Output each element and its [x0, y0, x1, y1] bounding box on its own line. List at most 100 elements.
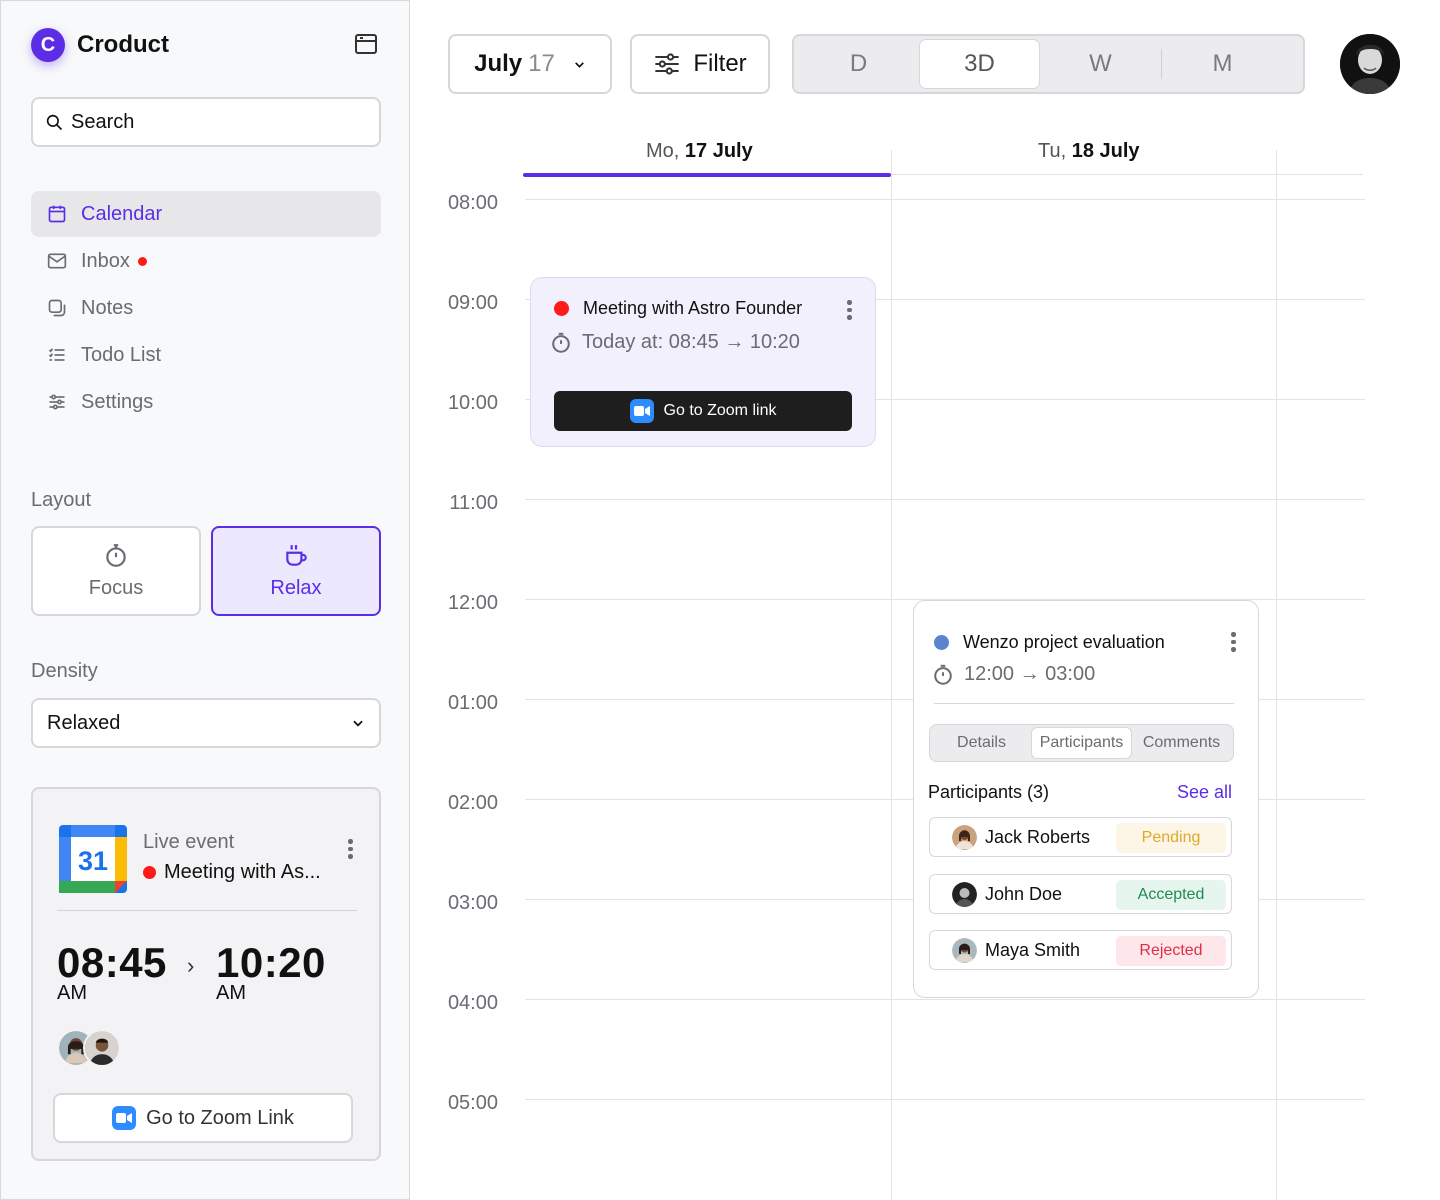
search-input[interactable]: [71, 110, 361, 134]
user-avatar[interactable]: [1340, 34, 1400, 94]
date-label: 17 July: [684, 140, 753, 162]
month-label: July: [474, 50, 523, 77]
tab-participants[interactable]: Participants: [1031, 727, 1132, 759]
status-badge: Rejected: [1116, 936, 1226, 966]
sidebar-item-calendar[interactable]: Calendar: [31, 191, 381, 237]
participant-name: John Doe: [985, 883, 1063, 904]
end-ampm: AM: [216, 982, 246, 1004]
layout-option-focus[interactable]: Focus: [31, 526, 201, 616]
avatar: [952, 881, 977, 907]
sidebar-item-label: Inbox: [81, 249, 130, 272]
sidebar-item-inbox[interactable]: Inbox: [31, 238, 381, 284]
hour-label: 02:00: [447, 792, 498, 814]
view-week-option[interactable]: W: [1040, 39, 1161, 89]
participants-header: Participants (3) See all: [928, 782, 1232, 803]
chevron-right-icon: ›: [187, 953, 195, 978]
zoom-link-button[interactable]: Go to Zoom link: [554, 391, 852, 431]
view-day-option[interactable]: D: [798, 39, 919, 89]
zoom-icon: [629, 399, 654, 423]
chevron-down-icon: [353, 720, 363, 727]
view-3day-option[interactable]: 3D: [919, 39, 1040, 89]
more-options-icon[interactable]: [1231, 632, 1237, 655]
layout-option-relax[interactable]: Relax: [211, 526, 381, 616]
sidebar-item-settings[interactable]: Settings: [31, 379, 381, 425]
more-options-icon[interactable]: [847, 300, 853, 323]
weekday-label: Tu,: [1038, 140, 1067, 162]
hour-label: 04:00: [447, 992, 498, 1014]
month-picker[interactable]: July 17: [448, 34, 612, 94]
brand[interactable]: C Croduct: [31, 28, 169, 62]
event-title: Wenzo project evaluation: [963, 632, 1165, 652]
divider: [934, 703, 1234, 704]
sidebar: C Croduct Calendar Inbox Notes Todo List…: [0, 0, 410, 1200]
zoom-link-label: Go to Zoom Link: [146, 1106, 294, 1129]
status-badge: Accepted: [1116, 880, 1226, 910]
start-ampm: AM: [57, 982, 87, 1004]
status-badge: Pending: [1116, 823, 1226, 853]
start-time: 08:45: [57, 939, 167, 986]
participant-row[interactable]: Jack Roberts Pending: [929, 817, 1232, 857]
stopwatch-icon: [552, 332, 570, 353]
stopwatch-icon: [934, 664, 952, 685]
layout-options: Focus Relax: [31, 526, 381, 616]
view-month-option[interactable]: M: [1162, 39, 1283, 89]
search-icon: [46, 114, 63, 131]
day-header-tuesday[interactable]: Tu, 18 July: [1038, 140, 1140, 163]
attendee-avatars[interactable]: [57, 1029, 121, 1067]
google-calendar-icon: 31: [59, 825, 127, 893]
avatar: [83, 1029, 121, 1067]
see-all-link[interactable]: See all: [1177, 782, 1232, 803]
event-card-astro-meeting[interactable]: Meeting with Astro Founder Today at: 08:…: [530, 277, 876, 447]
live-event-title: Meeting with As...: [164, 861, 321, 883]
notes-icon: [48, 299, 66, 317]
more-options-icon[interactable]: [348, 839, 354, 862]
density-select[interactable]: Relaxed: [31, 698, 381, 748]
layout-label: Layout: [31, 489, 92, 511]
participant-row[interactable]: Maya Smith Rejected: [929, 930, 1232, 970]
weekday-label: Mo,: [646, 140, 680, 162]
live-event-title-row: Meeting with As...: [143, 861, 321, 884]
hour-label: 10:00: [447, 392, 498, 414]
hour-line: [525, 999, 1365, 1000]
event-title-row: Wenzo project evaluation: [934, 632, 1165, 653]
calendar-day-number: 31: [78, 846, 108, 876]
sidebar-item-todo-list[interactable]: Todo List: [31, 332, 381, 378]
hour-label: 05:00: [447, 1092, 498, 1114]
live-status-dot: [143, 866, 156, 879]
filter-button[interactable]: Filter: [630, 34, 770, 94]
density-value: Relaxed: [47, 711, 121, 734]
tab-comments[interactable]: Comments: [1132, 727, 1231, 759]
search-box[interactable]: [31, 97, 381, 147]
participant-row[interactable]: John Doe Accepted: [929, 874, 1232, 914]
event-tabs: Details Participants Comments: [929, 724, 1234, 762]
todo-list-icon: [48, 348, 65, 361]
sidebar-item-notes[interactable]: Notes: [31, 285, 381, 331]
brand-logo: C: [31, 28, 65, 62]
sliders-icon: [49, 394, 65, 410]
calendar-icon: [48, 205, 66, 223]
hour-line: [525, 199, 1365, 200]
sidebar-item-label: Calendar: [81, 202, 163, 225]
zoom-link-button[interactable]: Go to Zoom Link: [53, 1093, 353, 1143]
column-divider: [1276, 150, 1277, 1200]
layout-option-label: Relax: [270, 576, 322, 599]
divider: [57, 910, 357, 911]
hour-line: [525, 1099, 1365, 1100]
mail-icon: [47, 253, 67, 269]
live-event-label: Live event: [143, 831, 235, 853]
density-label: Density: [31, 660, 98, 682]
zoom-link-label: Go to Zoom link: [663, 402, 777, 419]
sidebar-item-label: Notes: [81, 296, 134, 319]
live-event-card: 31 Live event Meeting with As... 08:45 A…: [31, 787, 381, 1161]
hour-label: 03:00: [447, 892, 498, 914]
participant-name: Jack Roberts: [985, 826, 1091, 847]
panel-toggle-icon[interactable]: [354, 32, 378, 56]
coffee-cup-icon: [286, 544, 307, 566]
event-card-wenzo-evaluation[interactable]: Wenzo project evaluation 12:00 → 03:00 D…: [913, 600, 1259, 998]
unread-dot: [137, 256, 147, 266]
end-time: 10:20: [216, 939, 326, 986]
day-header-monday[interactable]: Mo, 17 July: [646, 140, 753, 163]
date-label: 18 July: [1071, 140, 1140, 162]
filter-label: Filter: [693, 50, 747, 77]
tab-details[interactable]: Details: [932, 727, 1031, 759]
